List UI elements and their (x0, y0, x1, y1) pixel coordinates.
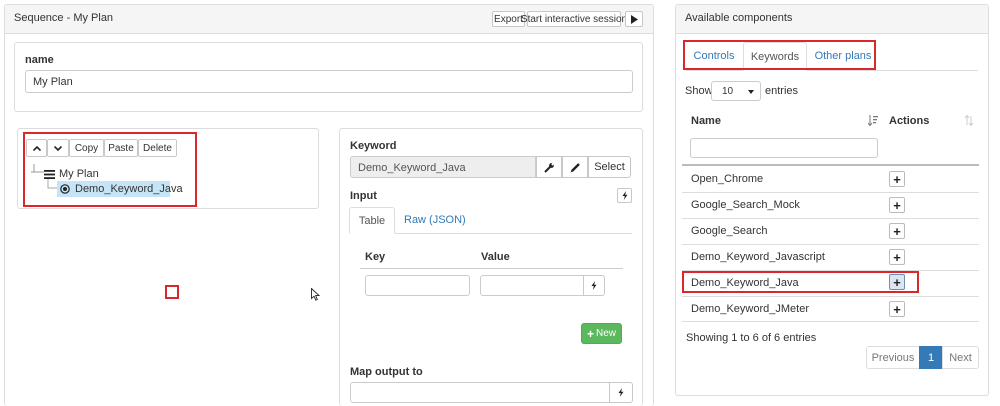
new-label: New (596, 328, 617, 339)
input-header-divider (360, 268, 623, 269)
row-highlight (682, 271, 919, 293)
table-row: Demo_Keyword_JMeter + (682, 296, 979, 322)
pagination-page-1[interactable]: 1 (919, 346, 943, 369)
keyword-label: Keyword (350, 140, 397, 152)
run-button[interactable] (625, 11, 643, 27)
plan-name-value: My Plan (33, 76, 73, 88)
add-component-button[interactable]: + (889, 249, 905, 265)
mouse-cursor-icon (311, 288, 320, 301)
component-name: Open_Chrome (691, 173, 764, 185)
tree-highlight (23, 132, 197, 207)
input-dynamic-toggle[interactable] (617, 188, 632, 203)
entries-value: 10 (722, 86, 734, 97)
component-name: Google_Search (691, 225, 768, 237)
table-row: Demo_Keyword_Javascript + (682, 244, 979, 270)
keyword-select-button[interactable]: Select (588, 156, 631, 178)
input-label: Input (350, 190, 377, 202)
column-name[interactable]: Name (691, 115, 721, 127)
small-highlight-box (165, 285, 179, 299)
table-row: Google_Search_Mock + (682, 192, 979, 218)
plus-icon: + (586, 326, 594, 341)
component-name: Demo_Keyword_Javascript (691, 251, 825, 263)
wrench-icon (543, 162, 555, 173)
input-value-field[interactable] (480, 275, 584, 296)
lightning-icon (591, 281, 597, 290)
start-interactive-session-button[interactable]: Start interactive session (521, 11, 627, 27)
add-component-button[interactable]: + (889, 197, 905, 213)
input-key-field[interactable] (365, 275, 470, 296)
components-tabs-divider (686, 70, 978, 71)
lightning-icon (618, 388, 624, 397)
entries-select[interactable]: 10 (711, 81, 761, 101)
add-component-button[interactable]: + (889, 223, 905, 239)
components-title: Available components (685, 12, 793, 24)
input-tab-raw-json[interactable]: Raw (JSON) (404, 214, 466, 226)
sort-desc-icon[interactable] (868, 115, 878, 126)
map-output-input[interactable] (350, 382, 610, 403)
component-name: Demo_Keyword_JMeter (691, 303, 809, 315)
new-input-button[interactable]: + New (581, 323, 622, 344)
keyword-configure-button[interactable] (536, 156, 562, 178)
name-label: name (25, 54, 54, 66)
map-output-dynamic-toggle[interactable] (609, 382, 633, 403)
show-label: Show (685, 85, 713, 97)
column-actions[interactable]: Actions (889, 115, 929, 127)
components-tabs-highlight (683, 40, 876, 70)
keyword-edit-button[interactable] (562, 156, 588, 178)
add-component-button[interactable]: + (889, 171, 905, 187)
entries-label: entries (765, 85, 799, 97)
pencil-icon (570, 162, 581, 173)
table-info: Showing 1 to 6 of 6 entries (686, 332, 817, 344)
input-column-key: Key (365, 251, 386, 263)
sort-both-icon[interactable] (964, 115, 974, 126)
table-row: Open_Chrome + (682, 166, 979, 192)
play-icon (630, 14, 638, 24)
caret-down-icon (748, 90, 754, 94)
component-name: Google_Search_Mock (691, 199, 800, 211)
name-filter-input[interactable] (690, 138, 878, 158)
map-output-label: Map output to (350, 366, 423, 378)
pagination-next[interactable]: Next (942, 346, 979, 369)
keyword-value: Demo_Keyword_Java (358, 162, 466, 174)
pagination-previous[interactable]: Previous (866, 346, 920, 369)
input-value-dynamic-toggle[interactable] (583, 275, 605, 296)
sequence-title: Sequence - My Plan (14, 12, 114, 24)
table-row: Google_Search + (682, 218, 979, 244)
input-column-value: Value (481, 251, 510, 263)
input-tab-table[interactable]: Table (349, 207, 395, 234)
keyword-input: Demo_Keyword_Java (350, 156, 536, 178)
row-divider (682, 321, 979, 322)
lightning-icon (622, 191, 628, 200)
add-component-button[interactable]: + (889, 301, 905, 317)
plan-name-input[interactable]: My Plan (25, 70, 633, 93)
